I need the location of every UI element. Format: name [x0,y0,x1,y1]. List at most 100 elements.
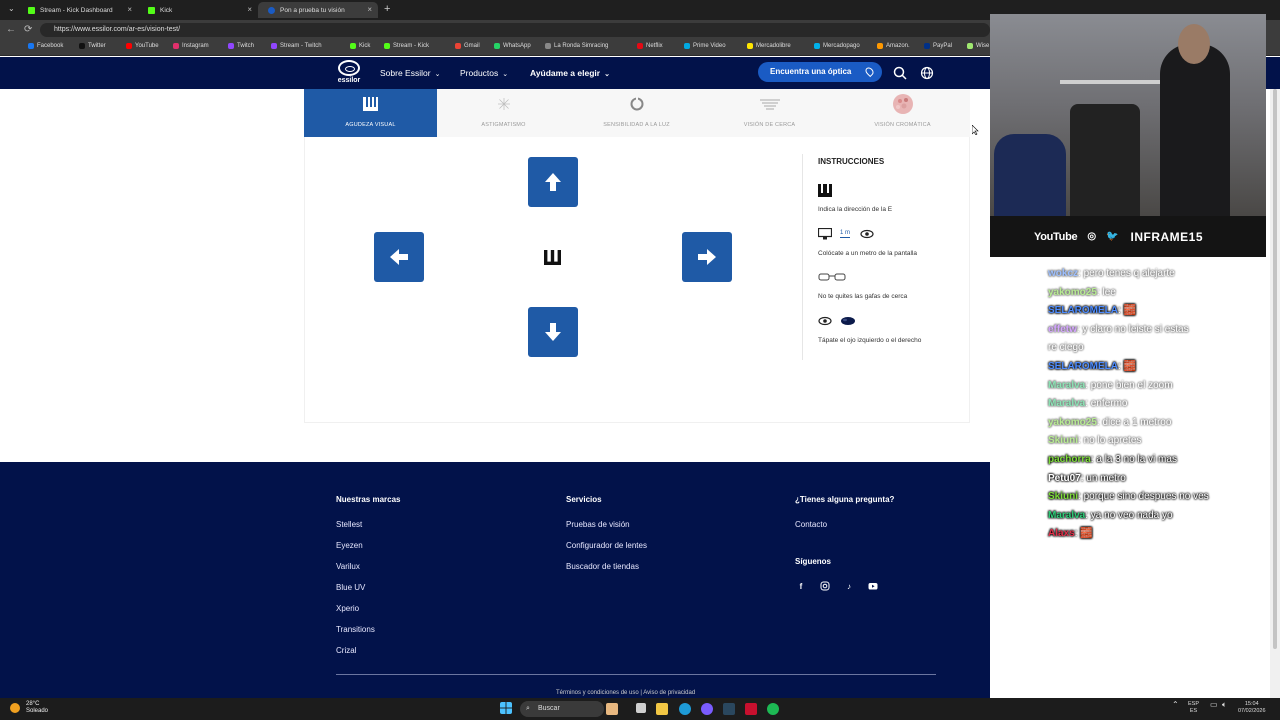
arrow-up-button[interactable] [528,157,578,207]
chat-username[interactable]: Skiuni [1048,491,1078,502]
page-scrollbar[interactable] [1270,89,1280,699]
site-footer: Nuestras marcas Stellest Eyezen Varilux … [0,462,990,698]
spotify-icon[interactable] [767,703,779,715]
chat-username[interactable]: Skiuni [1048,435,1078,446]
taskbar-search[interactable]: ⌕ Buscar [520,701,604,717]
tab-astigmatismo[interactable]: ASTIGMATISMO [437,89,570,137]
bookmark-item[interactable]: Twitter [79,43,106,49]
contact-link[interactable]: Contacto [795,520,827,529]
chat-username[interactable]: wokcz [1048,268,1078,279]
brand-link[interactable]: Xperio [336,604,359,613]
edge-icon[interactable] [679,703,691,715]
globe-icon[interactable] [920,66,934,80]
nav-ayudame-a-elegir[interactable]: Ayúdame a elegir ⌄ [530,68,610,78]
service-link[interactable]: Pruebas de visión [566,520,630,529]
bookmark-item[interactable]: Mercadolibre [747,43,791,49]
nav-productos[interactable]: Productos ⌄ [460,68,508,78]
essilor-logo[interactable]: essilor [336,60,362,84]
brand-link[interactable]: Blue UV [336,583,365,592]
chat-username[interactable]: yakomo25 [1048,287,1097,298]
back-icon[interactable]: ← [6,24,16,35]
bookmark-item[interactable]: Twitch [228,43,254,49]
service-link[interactable]: Buscador de tiendas [566,562,639,571]
find-optician-button[interactable]: Encuentra una óptica [758,62,882,82]
tray-chevron-icon[interactable]: ⌃ [1172,701,1179,709]
arrow-left-button[interactable] [374,232,424,282]
arrow-down-button[interactable] [528,307,578,357]
chat-message: effetw: y claro no leiste si estas [1048,324,1189,335]
chat-username[interactable]: SELAROMELA [1048,305,1118,316]
widgets-icon[interactable] [606,703,618,715]
chat-username[interactable]: Petu07 [1048,473,1081,484]
youtube-icon[interactable] [868,581,878,591]
tab-sensibilidad-luz[interactable]: SENSIBILIDAD A LA LUZ [570,89,703,137]
new-tab-icon[interactable]: + [384,3,390,15]
chat-username[interactable]: Maralva [1048,510,1085,521]
bookmark-item[interactable]: YouTube [126,43,159,49]
chat-username[interactable]: Maralva [1048,380,1085,391]
bookmark-item[interactable]: Prime Video [684,43,726,49]
browser-tab-kick[interactable]: Kick × [138,2,258,18]
bookmark-item[interactable]: La Ronda Simracing [545,43,608,49]
bookmark-item[interactable]: Mercadopago [814,43,860,49]
tab-vision-cromatica[interactable]: VISIÓN CROMÁTICA [836,89,969,137]
close-tab-icon[interactable]: × [247,5,252,14]
browser-tab-essilor[interactable]: Pon a prueba tu visión × [258,2,378,18]
bookmark-label: Facebook [37,43,64,49]
instagram-icon[interactable] [820,581,830,591]
legal-links[interactable]: Términos y condiciones de uso | Aviso de… [556,690,695,696]
chat-username[interactable]: SELAROMELA [1048,361,1118,372]
bookmark-item[interactable]: Wise [967,43,989,49]
bookmark-label: Twitter [88,43,106,49]
task-view-icon[interactable] [636,703,646,713]
steam-icon[interactable] [723,703,735,715]
language-indicator[interactable]: ESP ES [1188,701,1199,715]
search-icon[interactable] [893,66,907,80]
bookmark-item[interactable]: Amazon. [877,43,910,49]
discord-icon[interactable] [701,703,713,715]
chat-username[interactable]: Alaxs [1048,528,1075,539]
clock[interactable]: 15:04 07/02/2026 [1238,701,1266,715]
bookmark-item[interactable]: PayPal [924,43,952,49]
tab-vision-cerca[interactable]: VISIÓN DE CERCA [703,89,836,137]
brand-link[interactable]: Crizal [336,646,356,655]
bookmark-item[interactable]: Facebook [28,43,63,49]
close-tab-icon[interactable]: × [367,5,372,14]
service-link[interactable]: Configurador de lentes [566,541,647,550]
browser-tab-kick-dashboard[interactable]: Stream - Kick Dashboard × [18,2,138,18]
scrollbar-thumb[interactable] [1273,89,1277,649]
bookmark-item[interactable]: Netflix [637,43,663,49]
arrow-right-button[interactable] [682,232,732,282]
bookmark-favicon-icon [79,43,85,49]
brand-link[interactable]: Stellest [336,520,362,529]
tab-search-icon[interactable]: ⌄ [8,4,15,13]
chat-username[interactable]: yakomo25 [1048,417,1097,428]
url-field[interactable]: https://www.essilor.com/ar-es/vision-tes… [40,23,990,37]
brand-link[interactable]: Eyezen [336,541,363,550]
volume-icon[interactable]: 🔈︎ [1222,701,1227,709]
reload-icon[interactable]: ⟳ [24,24,32,35]
facebook-icon[interactable]: f [796,581,806,591]
chat-username[interactable]: effetw [1048,324,1077,335]
chat-username[interactable]: pachorra [1048,454,1091,465]
bookmark-item[interactable]: WhatsApp [494,43,531,49]
bookmark-item[interactable]: Stream - Twitch [271,43,322,49]
brand-link[interactable]: Transitions [336,625,375,634]
windows-start-icon[interactable] [500,702,512,714]
close-tab-icon[interactable]: × [127,5,132,14]
bookmark-item[interactable]: Stream - Kick [384,43,429,49]
tiktok-icon[interactable]: ♪ [844,581,854,591]
network-icon[interactable]: ▭ [1210,701,1218,709]
brand-link[interactable]: Varilux [336,562,360,571]
bookmark-item[interactable]: Instagram [173,43,209,49]
weather-widget[interactable]: 28°C Soleado [10,701,48,715]
chat-text: : dice a 1 metroo [1096,417,1172,428]
bookmark-item[interactable]: Kick [350,43,370,49]
bookmark-favicon-icon [545,43,551,49]
file-explorer-icon[interactable] [656,703,668,715]
app-icon[interactable] [745,703,757,715]
bookmark-item[interactable]: Gmail [455,43,480,49]
tab-agudeza-visual[interactable]: AGUDEZA VISUAL [304,89,437,137]
chat-username[interactable]: Maralva [1048,398,1085,409]
nav-sobre-essilor[interactable]: Sobre Essilor ⌄ [380,68,440,78]
